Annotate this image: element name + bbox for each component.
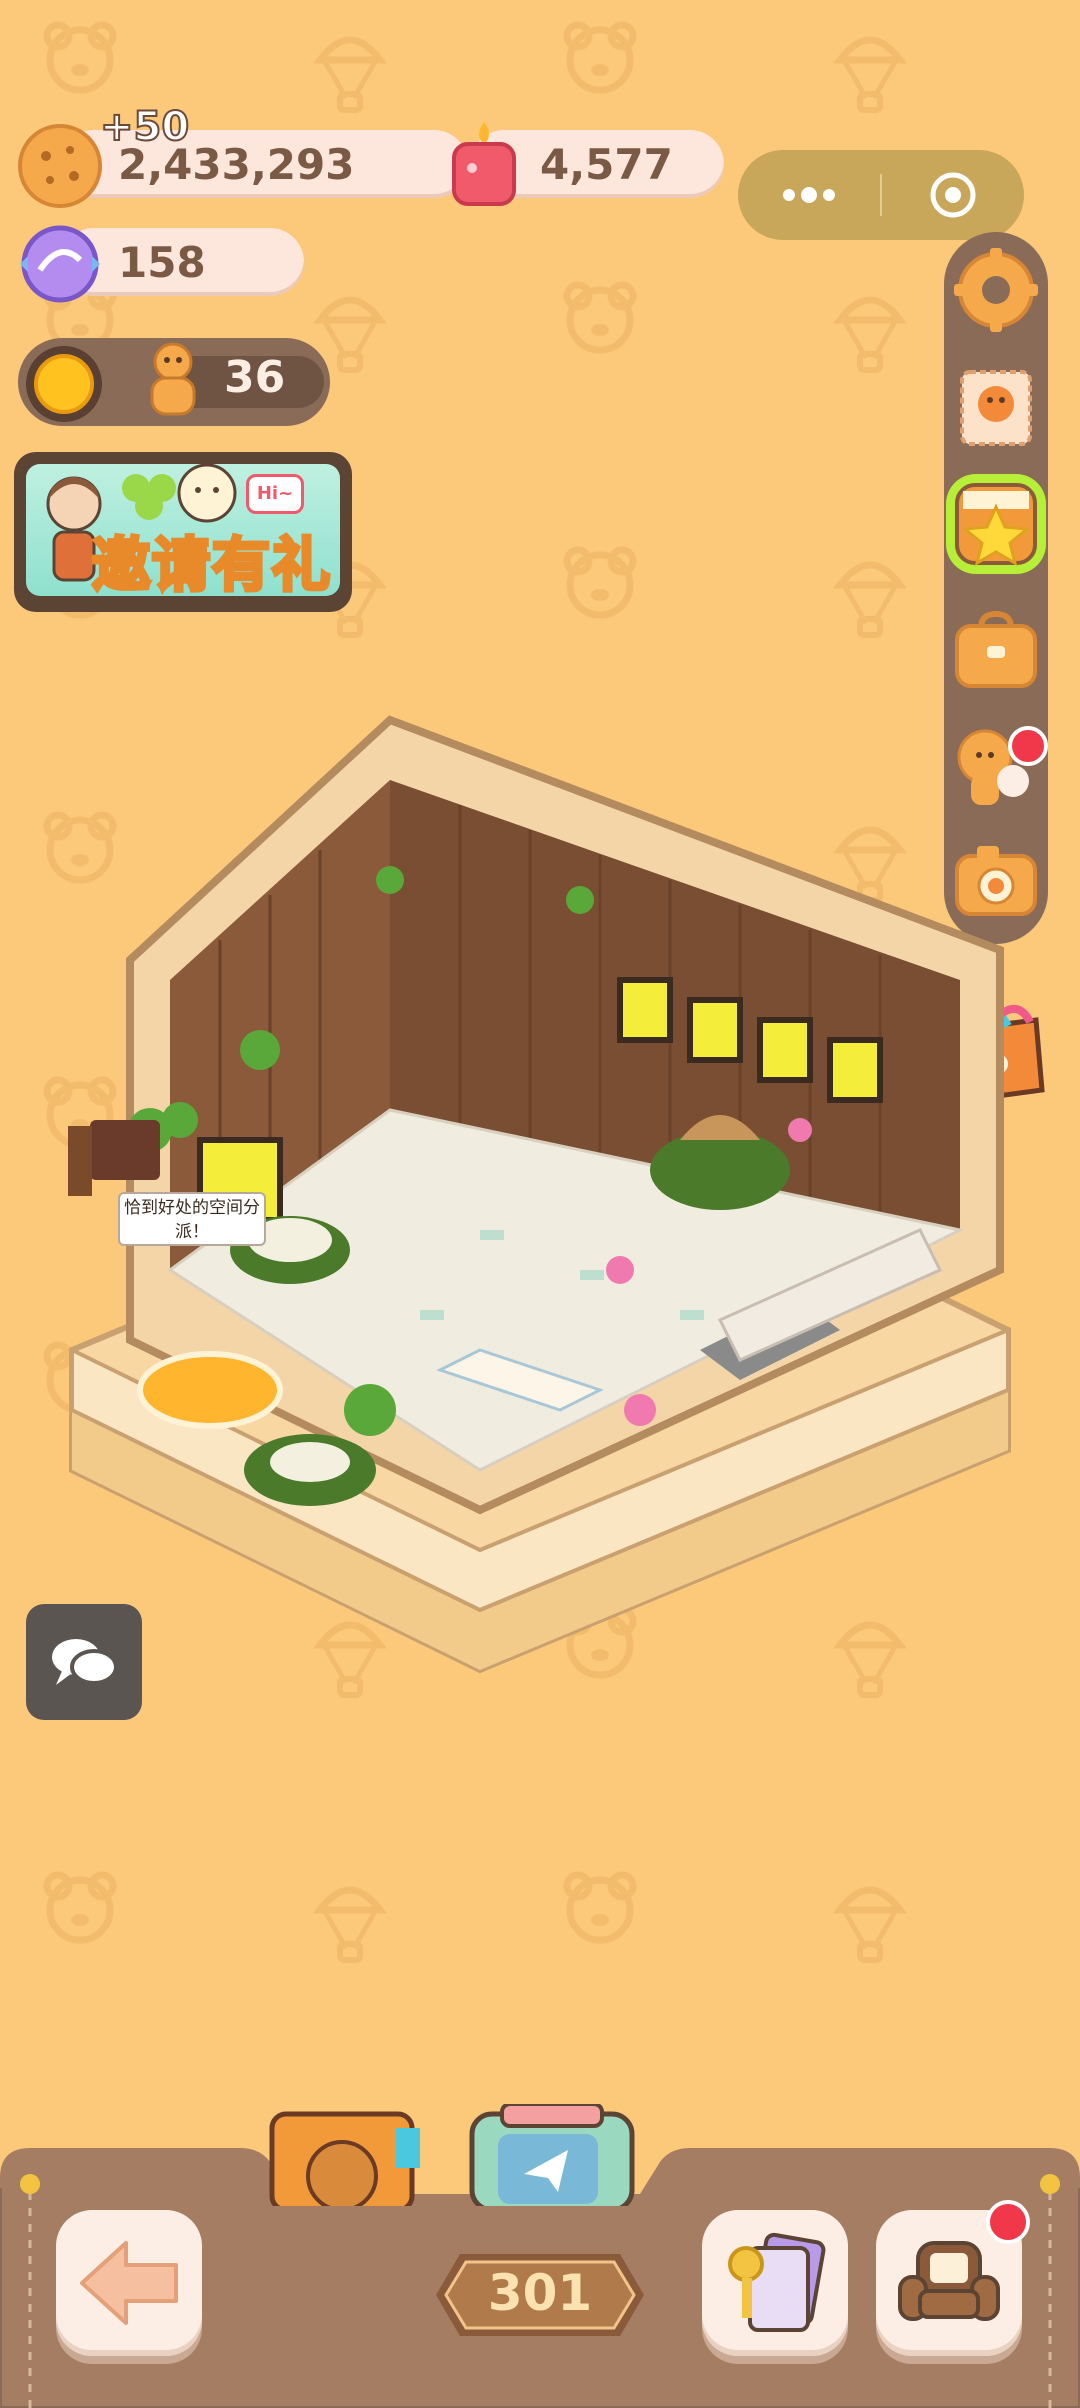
keys-cards-icon bbox=[728, 2232, 826, 2332]
stamp-card-icon bbox=[960, 370, 1032, 446]
speech-bubble: 恰到好处的空间分派！ bbox=[118, 1192, 266, 1246]
star-shop-button[interactable] bbox=[946, 474, 1046, 574]
invite-label: 邀请有礼 bbox=[90, 529, 333, 601]
cookie-icon bbox=[18, 124, 102, 208]
bag-icon bbox=[955, 610, 1037, 688]
gear-icon bbox=[954, 248, 1038, 332]
postcard-button[interactable] bbox=[468, 2104, 638, 2206]
more-menu-button[interactable] bbox=[738, 150, 880, 240]
back-button[interactable] bbox=[56, 2210, 202, 2356]
candle-amount: 4,577 bbox=[540, 139, 673, 189]
close-program-button[interactable] bbox=[882, 150, 1024, 240]
chat-bubbles-icon bbox=[52, 1639, 118, 1685]
stamp-card-button[interactable] bbox=[952, 364, 1040, 452]
smiley-icon bbox=[177, 463, 237, 523]
keys-cards-button[interactable] bbox=[702, 2210, 848, 2356]
gem-amount: 158 bbox=[118, 237, 206, 287]
level-number: 301 bbox=[487, 2264, 593, 2322]
level-plate: 301 bbox=[436, 2254, 644, 2336]
mini-program-capsule bbox=[738, 150, 1024, 240]
star-shop-icon bbox=[955, 483, 1037, 567]
chat-button[interactable] bbox=[26, 1604, 142, 1720]
clover-icon bbox=[122, 474, 176, 520]
cookie-album-button[interactable] bbox=[268, 2104, 424, 2206]
furniture-notification-dot bbox=[986, 2200, 1030, 2244]
gingerbread-count: 36 bbox=[224, 352, 286, 403]
hi-badge: Hi~ bbox=[246, 474, 304, 514]
settings-button[interactable] bbox=[952, 246, 1040, 334]
cookie-gain-label: +50 bbox=[99, 103, 190, 151]
bag-button[interactable] bbox=[952, 606, 1040, 694]
arrow-left-icon bbox=[80, 2241, 178, 2325]
invite-banner[interactable]: Hi~ 邀请有礼 bbox=[14, 452, 352, 612]
gingerbread-man-icon bbox=[150, 342, 196, 416]
more-dots-icon bbox=[783, 187, 835, 203]
target-icon bbox=[930, 172, 976, 218]
armchair-icon bbox=[898, 2241, 1000, 2321]
gem-candy-icon bbox=[20, 225, 100, 303]
candle-icon bbox=[452, 122, 516, 206]
sun-icon bbox=[26, 346, 102, 422]
